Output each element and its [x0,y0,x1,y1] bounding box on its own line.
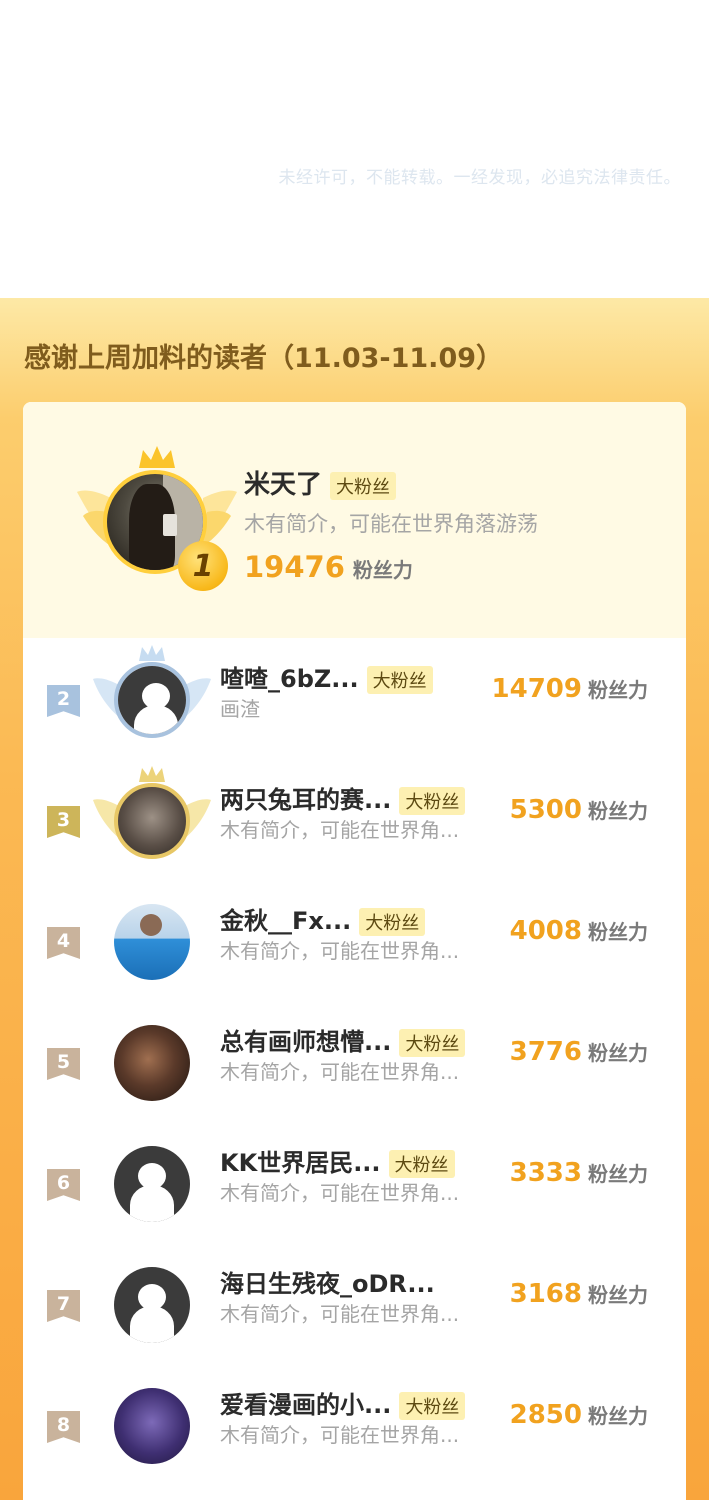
fan-tag: 大粉丝 [399,1392,466,1420]
reader-score: 3168 粉丝力 [510,1279,648,1309]
reader-row-5[interactable]: 5 总有画师想懵... 大粉丝 木有简介，可能在世界角... 3776 粉丝力 [23,1022,686,1122]
reader-score: 3333 粉丝力 [510,1158,648,1188]
reader-bio: 木有简介，可能在世界角... [220,1060,460,1084]
rank-flag: 2 [47,685,80,717]
reader-score-value: 5300 [509,795,582,825]
reader-name-line[interactable]: 总有画师想懵... 大粉丝 [220,1022,466,1057]
reader-row-7[interactable]: 7 海日生残夜_oDR... 木有简介，可能在世界角... 3168 粉丝力 [23,1264,686,1364]
reader-row-2[interactable]: 2 喳喳_6bZ... 大粉丝 画渣 14709 粉丝力 [23,645,686,759]
reader-bio: 木有简介，可能在世界角... [220,1302,460,1326]
reader-name-line[interactable]: 金秋__Fx... 大粉丝 [220,901,426,936]
reader-avatar[interactable] [114,1146,190,1222]
reader-name-line[interactable]: 两只兔耳的赛... 大粉丝 [220,780,466,815]
reader-score: 3776 粉丝力 [510,1037,648,1067]
score-unit-label: 粉丝力 [588,920,648,944]
reader-avatar[interactable] [114,662,190,738]
score-unit-label: 粉丝力 [588,678,648,702]
fan-tag: 大粉丝 [388,1150,455,1178]
reader-score: 2850 粉丝力 [510,1400,648,1430]
reader-score-value: 3776 [509,1037,582,1067]
reader-score-value: 2850 [509,1400,582,1430]
rank-flag: 7 [47,1290,80,1322]
reader-avatar[interactable] [114,783,190,859]
reader-score: 5300 粉丝力 [510,795,648,825]
top1-username[interactable]: 米天了 [244,470,322,500]
score-unit-label: 粉丝力 [588,1162,648,1186]
reader-bio: 木有简介，可能在世界角... [220,1181,460,1205]
rank-flag: 3 [47,806,80,838]
reader-bio: 木有简介，可能在世界角... [220,939,460,963]
fan-tag: 大粉丝 [399,787,466,815]
reader-row-6[interactable]: 6 KK世界居民... 大粉丝 木有简介，可能在世界角... 3333 粉丝力 [23,1143,686,1243]
top1-name-line[interactable]: 米天了 大粉丝 [244,464,397,501]
fan-tag: 大粉丝 [399,1029,466,1057]
rank-1-medal: 1 [178,541,228,591]
fan-tag: 大粉丝 [359,908,426,936]
reader-avatar[interactable] [114,904,190,980]
reader-score-value: 3168 [509,1279,582,1309]
reader-score: 4008 粉丝力 [510,916,648,946]
top1-avatar-group: 1 [77,446,237,596]
reader-username[interactable]: 总有画师想懵... [220,1028,391,1056]
score-unit-label: 粉丝力 [588,1041,648,1065]
score-unit-label: 粉丝力 [352,558,413,582]
reader-avatar[interactable] [114,1267,190,1343]
reader-row-3[interactable]: 3 两只兔耳的赛... 大粉丝 木有简介，可能在世界角... 5300 粉丝力 [23,766,686,880]
reader-row-4[interactable]: 4 金秋__Fx... 大粉丝 木有简介，可能在世界角... 4008 粉丝力 [23,901,686,1001]
reader-name-line[interactable]: KK世界居民... 大粉丝 [220,1143,455,1178]
reader-username[interactable]: 金秋__Fx... [220,907,351,935]
top1-score: 19476 粉丝力 [244,550,413,584]
reader-name-line[interactable]: 爱看漫画的小... 大粉丝 [220,1385,466,1420]
fan-tag: 大粉丝 [366,666,433,694]
reader-row-8[interactable]: 8 爱看漫画的小... 大粉丝 木有简介，可能在世界角... 2850 粉丝力 [23,1385,686,1485]
copyright-notice: 未经许可，不能转载。一经发现，必追究法律责任。 [278,168,681,188]
score-unit-label: 粉丝力 [588,1404,648,1428]
score-unit-label: 粉丝力 [588,799,648,823]
top-blank-area: 未经许可，不能转载。一经发现，必追究法律责任。 [0,0,709,298]
reader-username[interactable]: 爱看漫画的小... [220,1391,391,1419]
top1-reader-item[interactable]: 1 米天了 大粉丝 木有简介，可能在世界角落游荡 19476 粉丝力 [23,402,686,638]
top1-score-value: 19476 [244,550,345,584]
reader-score: 14709 粉丝力 [492,674,648,704]
reader-username[interactable]: 海日生残夜_oDR... [220,1270,435,1298]
reader-avatar[interactable] [114,1025,190,1101]
reader-name-line[interactable]: 海日生残夜_oDR... [220,1264,435,1299]
rank-flag: 5 [47,1048,80,1080]
top1-bio: 木有简介，可能在世界角落游荡 [244,512,538,536]
reader-bio: 画渣 [220,697,260,721]
rank-flag: 4 [47,927,80,959]
rank-flag: 6 [47,1169,80,1201]
reader-score-value: 4008 [509,916,582,946]
reader-bio: 木有简介，可能在世界角... [220,818,460,842]
rank-flag: 8 [47,1411,80,1443]
fan-tag: 大粉丝 [330,471,397,500]
reader-name-line[interactable]: 喳喳_6bZ... 大粉丝 [220,659,433,694]
reader-avatar[interactable] [114,1388,190,1464]
reader-username[interactable]: KK世界居民... [220,1149,381,1177]
ranking-card: 1 米天了 大粉丝 木有简介，可能在世界角落游荡 19476 粉丝力 2 喳喳_6b… [23,402,686,1512]
reader-score-value: 14709 [491,674,582,704]
score-unit-label: 粉丝力 [588,1283,648,1307]
reader-username[interactable]: 喳喳_6bZ... [220,665,359,693]
reader-score-value: 3333 [509,1158,582,1188]
reader-bio: 木有简介，可能在世界角... [220,1423,460,1447]
reader-username[interactable]: 两只兔耳的赛... [220,786,391,814]
section-title: 感谢上周加料的读者（11.03-11.09） [24,343,504,374]
